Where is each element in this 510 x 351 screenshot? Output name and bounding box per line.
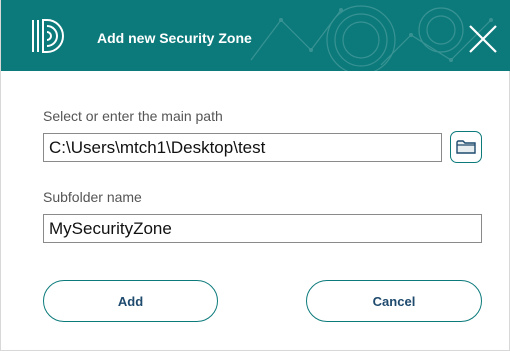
title-bar: Add new Security Zone — [1, 0, 510, 71]
subfolder-label: Subfolder name — [43, 189, 142, 205]
close-icon[interactable] — [468, 24, 498, 54]
main-path-label: Select or enter the main path — [43, 108, 223, 124]
main-path-input[interactable] — [43, 133, 442, 162]
title-bar-pattern — [250, 5, 493, 71]
app-logo-icon — [32, 19, 64, 53]
cancel-button-label: Cancel — [372, 293, 416, 309]
subfolder-input[interactable] — [43, 214, 482, 243]
add-button-label: Add — [117, 293, 144, 309]
cancel-button[interactable]: Cancel — [306, 280, 482, 322]
folder-icon — [456, 140, 476, 154]
add-security-zone-dialog: Add new Security Zone Select or enter th… — [0, 0, 510, 351]
dialog-title: Add new Security Zone — [97, 30, 252, 46]
browse-folder-button[interactable] — [450, 131, 482, 163]
add-button[interactable]: Add — [43, 280, 218, 322]
